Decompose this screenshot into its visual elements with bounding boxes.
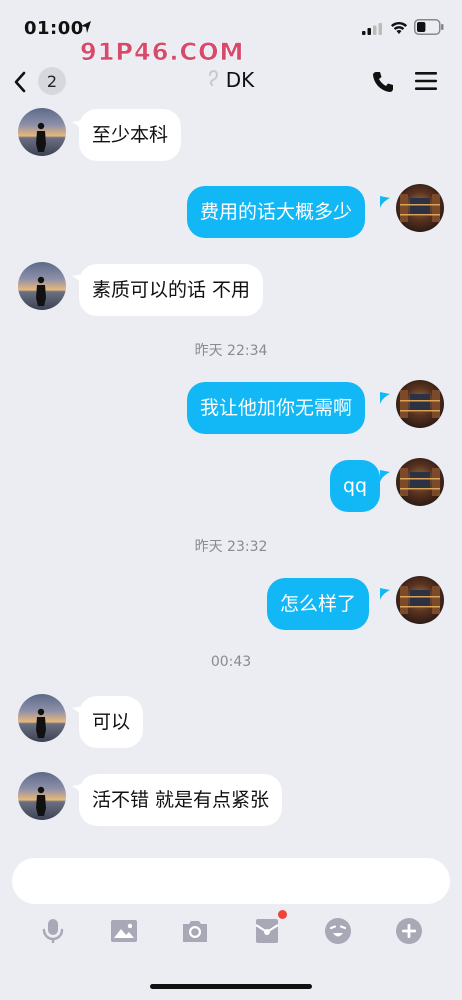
my-avatar[interactable] xyxy=(396,576,444,624)
message-bubble-outgoing[interactable]: 我让他加你无需啊 xyxy=(187,382,366,434)
image-icon[interactable] xyxy=(109,916,139,946)
avatar-silhouette xyxy=(36,708,46,738)
microphone-icon[interactable] xyxy=(38,916,68,946)
menu-icon[interactable] xyxy=(414,70,438,92)
contact-avatar[interactable] xyxy=(18,108,66,156)
avatar-silhouette xyxy=(36,276,46,306)
my-avatar[interactable] xyxy=(396,380,444,428)
bubble-tail xyxy=(380,196,390,208)
camera-icon[interactable] xyxy=(180,916,210,946)
message-bubble-incoming[interactable]: 活不错 就是有点紧张 xyxy=(79,774,283,826)
message-bubble-outgoing[interactable]: qq xyxy=(330,460,381,512)
message-bubble-incoming[interactable]: 可以 xyxy=(79,696,144,748)
contact-avatar[interactable] xyxy=(18,772,66,820)
my-avatar[interactable] xyxy=(396,184,444,232)
contact-avatar[interactable] xyxy=(18,262,66,310)
emoji-icon[interactable] xyxy=(323,916,353,946)
avatar-silhouette xyxy=(36,786,46,816)
phone-call-icon[interactable] xyxy=(371,70,395,94)
message-timestamp: 昨天 23:32 xyxy=(194,539,268,555)
red-packet-icon[interactable] xyxy=(252,916,282,946)
message-timestamp: 昨天 22:34 xyxy=(194,343,268,359)
wifi-icon xyxy=(391,21,407,34)
avatar-image xyxy=(400,194,440,222)
contact-avatar[interactable] xyxy=(18,694,66,742)
message-input[interactable] xyxy=(12,858,450,904)
avatar-silhouette xyxy=(36,122,46,152)
message-bubble-outgoing[interactable]: 怎么样了 xyxy=(267,578,370,630)
bubble-tail xyxy=(380,588,390,600)
home-indicator xyxy=(150,984,312,989)
bubble-tail xyxy=(380,470,390,482)
earpiece-mode-icon xyxy=(208,69,218,86)
location-arrow-icon xyxy=(81,21,91,33)
chat-header: 2 DK xyxy=(0,56,462,108)
input-toolbar xyxy=(0,910,462,956)
bubble-tail xyxy=(380,392,390,404)
notification-dot xyxy=(278,910,287,919)
message-timestamp: 00:43 xyxy=(210,654,252,670)
my-avatar[interactable] xyxy=(396,458,444,506)
chat-title: DK xyxy=(225,68,255,92)
plus-icon[interactable] xyxy=(394,916,424,946)
signal-icon xyxy=(362,23,382,35)
battery-icon xyxy=(414,19,444,35)
avatar-image xyxy=(400,586,440,614)
avatar-image xyxy=(400,468,440,496)
status-time: 01:00 xyxy=(24,18,84,39)
avatar-image xyxy=(400,390,440,418)
message-bubble-incoming[interactable]: 素质可以的话 不用 xyxy=(79,264,264,316)
message-bubble-outgoing[interactable]: 费用的话大概多少 xyxy=(187,186,366,238)
message-bubble-incoming[interactable]: 至少本科 xyxy=(79,109,182,161)
